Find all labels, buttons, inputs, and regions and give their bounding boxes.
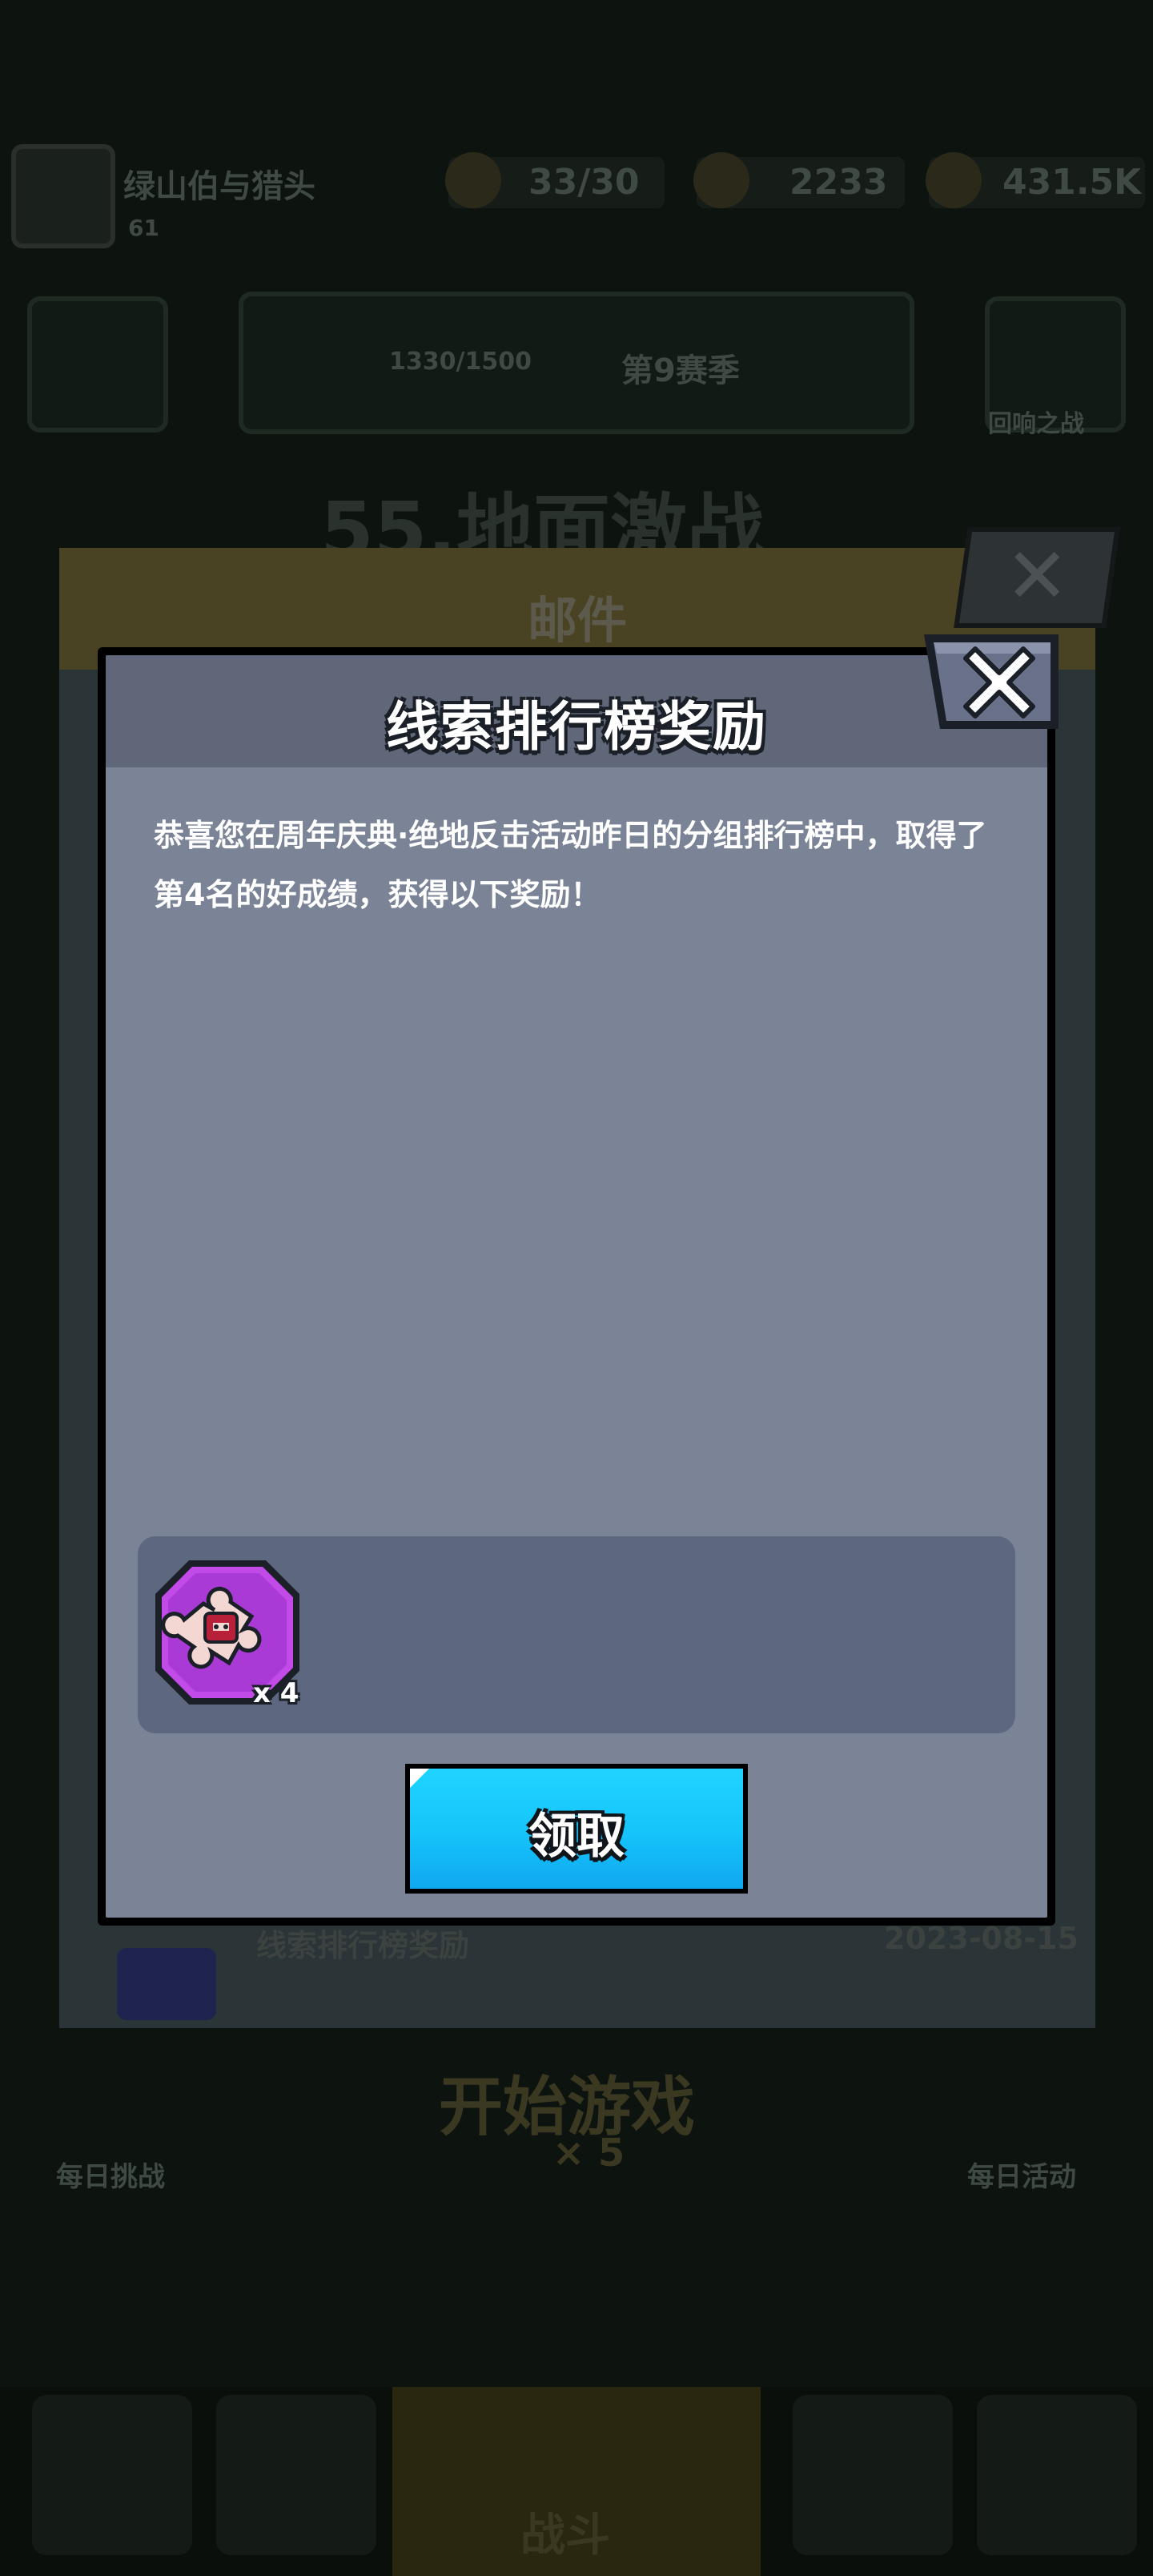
- reward-count: x 4: [253, 1677, 299, 1709]
- mail-row-date: 2023-08-15: [884, 1921, 1079, 1956]
- nav-battle-label: 战斗: [520, 2510, 610, 2562]
- stamina-icon: [445, 152, 501, 208]
- nav-shop: [32, 2395, 192, 2555]
- close-icon: [924, 634, 1059, 729]
- mail-row-title: 线索排行榜奖励: [256, 1928, 470, 1963]
- close-icon: ✕: [1005, 531, 1070, 621]
- start-game-cost: × 5: [552, 2131, 625, 2176]
- player-name: 绿山伯与猎头: [123, 168, 315, 205]
- reward-item[interactable]: x 4: [152, 1557, 303, 1709]
- coins-value: 431.5K: [1002, 162, 1142, 203]
- trophy-progress: 1330/1500: [389, 348, 532, 376]
- echo-battle-label: 回响之战: [988, 410, 1084, 438]
- dialog-message: 恭喜您在周年庆典·绝地反击活动昨日的分组排行榜中，取得了第4名的好成绩，获得以下…: [154, 818, 987, 912]
- gift-icon: [117, 1948, 216, 2020]
- nav-heroes: [793, 2395, 953, 2555]
- dialog-close-button[interactable]: [919, 630, 1063, 734]
- season-rank: 第9赛季: [621, 352, 740, 389]
- mail-close-button[interactable]: ✕: [954, 527, 1120, 628]
- nav-talents: [977, 2395, 1137, 2555]
- claim-button-face: 领取: [410, 1769, 743, 1889]
- reward-list: x 4: [138, 1536, 1015, 1733]
- dialog-header: 线索排行榜奖励: [106, 655, 1047, 767]
- daily-event-label: 每日活动: [967, 2161, 1076, 2193]
- dialog-title: 线索排行榜奖励: [386, 696, 767, 758]
- gem-icon: [693, 152, 749, 208]
- gems-value: 2233: [789, 162, 888, 203]
- claim-button[interactable]: 领取: [405, 1764, 748, 1894]
- dialog-body: 线索排行榜奖励 恭喜您在周年庆典·绝地反击活动昨日的分组排行榜中，取得了第4名的…: [106, 655, 1047, 1918]
- daily-challenge-label: 每日挑战: [56, 2161, 165, 2193]
- stamina-value: 33/30: [528, 162, 640, 203]
- claim-button-label: 领取: [528, 1809, 625, 1865]
- reward-dialog: 线索排行榜奖励 恭喜您在周年庆典·绝地反击活动昨日的分组排行榜中，取得了第4名的…: [98, 647, 1055, 1926]
- coin-icon: [926, 152, 982, 208]
- player-avatar: [11, 144, 115, 248]
- player-level: 61: [128, 215, 159, 241]
- menu-button: [27, 296, 168, 433]
- season-panel: [239, 292, 914, 434]
- nav-equipment: [216, 2395, 376, 2555]
